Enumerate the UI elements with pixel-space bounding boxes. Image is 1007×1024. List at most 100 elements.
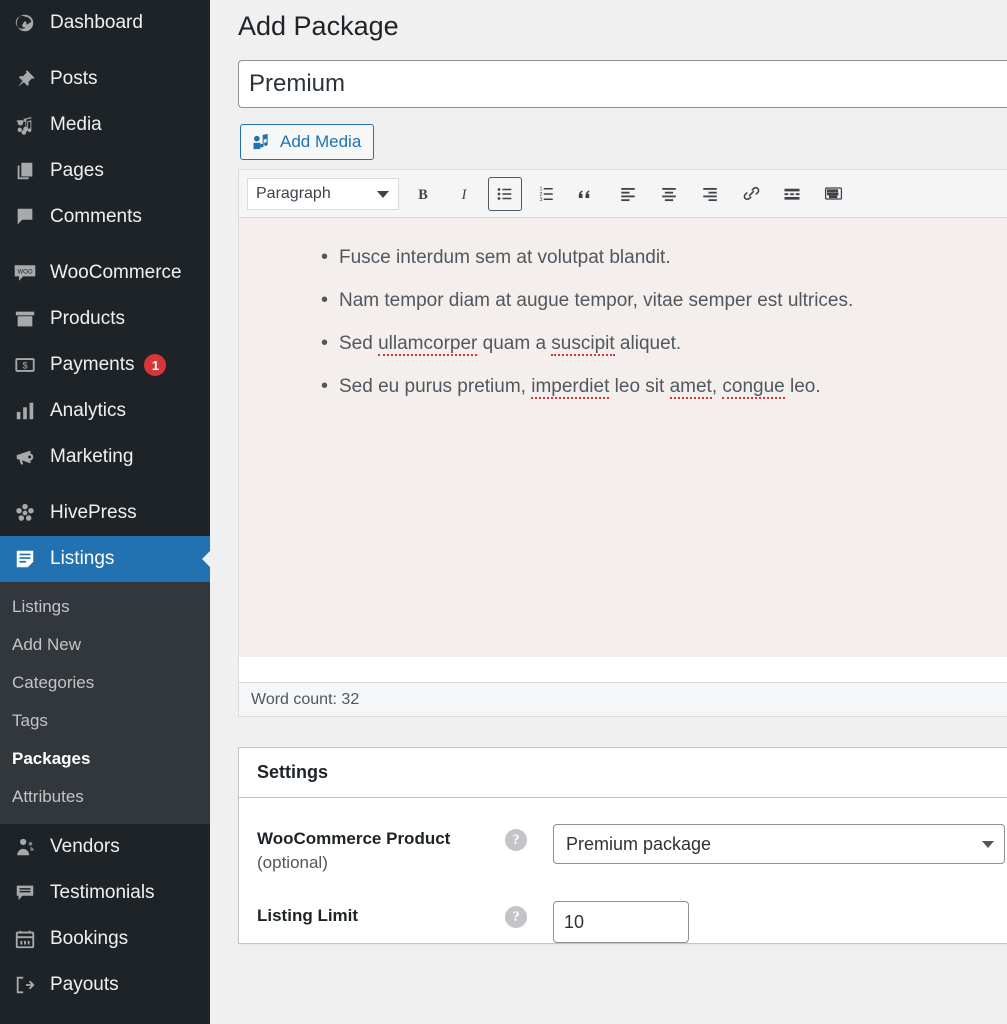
sidebar-item-pages[interactable]: Pages: [0, 148, 210, 194]
text-fragment: ,: [712, 376, 723, 397]
chevron-down-icon: [982, 841, 994, 848]
dashboard-icon: [8, 12, 42, 34]
editor-list-item: Fusce interdum sem at volutpat blandit.: [339, 246, 1007, 270]
settings-metabox: Settings WooCommerce Product (optional) …: [238, 747, 1007, 944]
sidebar-item-label: Comments: [42, 206, 142, 228]
numbered-list-icon[interactable]: 123: [529, 177, 563, 211]
sidebar-divider: [0, 46, 210, 56]
add-media-button[interactable]: Add Media: [240, 124, 374, 160]
sidebar-item-label: Marketing: [42, 446, 133, 468]
sidebar-item-analytics[interactable]: Analytics: [0, 388, 210, 434]
misspelled-word: amet: [670, 376, 712, 399]
editor-resize-strip[interactable]: [239, 658, 1007, 682]
post-title-input[interactable]: [238, 60, 1007, 108]
text-fragment: Sed: [339, 333, 378, 354]
sidebar-item-woocommerce[interactable]: WOO WooCommerce: [0, 250, 210, 296]
sidebar-item-payouts[interactable]: Payouts: [0, 962, 210, 1008]
wordpress-admin-screen: Dashboard Posts Media Pages Commen: [0, 0, 1007, 1024]
svg-text:B: B: [418, 186, 428, 202]
help-icon[interactable]: ?: [505, 906, 527, 928]
sidebar-item-hivepress[interactable]: HivePress: [0, 490, 210, 536]
sidebar-item-label: HivePress: [42, 502, 137, 524]
listings-submenu: Listings Add New Categories Tags Package…: [0, 582, 210, 824]
help-icon[interactable]: ?: [505, 829, 527, 851]
products-icon: [8, 308, 42, 330]
sidebar-divider: [0, 240, 210, 250]
sidebar-item-label: Listings: [42, 548, 114, 570]
woocommerce-icon: WOO: [8, 262, 42, 284]
sidebar-item-label: Bookings: [42, 928, 128, 950]
setting-row-woocommerce-product: WooCommerce Product (optional) ? Premium…: [239, 798, 1007, 875]
editor-status-bar: Word count: 32: [239, 682, 1007, 716]
submenu-item-attributes[interactable]: Attributes: [0, 778, 210, 816]
sidebar-item-payments[interactable]: $ Payments 1: [0, 342, 210, 388]
sidebar-item-label: Media: [42, 114, 102, 136]
editor-list-item: Nam tempor diam at augue tempor, vitae s…: [339, 289, 1007, 313]
payments-icon: $: [8, 354, 42, 376]
submenu-item-tags[interactable]: Tags: [0, 702, 210, 740]
format-select[interactable]: Paragraph: [247, 178, 399, 210]
listing-limit-input[interactable]: [553, 901, 689, 943]
submenu-item-listings[interactable]: Listings: [0, 588, 210, 626]
sidebar-item-media[interactable]: Media: [0, 102, 210, 148]
sidebar-item-dashboard[interactable]: Dashboard: [0, 0, 210, 46]
editor-content-area[interactable]: Fusce interdum sem at volutpat blandit. …: [239, 218, 1007, 658]
sidebar-item-label: Pages: [42, 160, 104, 182]
payouts-icon: [8, 974, 42, 996]
align-left-icon[interactable]: [611, 177, 645, 211]
sidebar-item-listings[interactable]: Listings: [0, 536, 210, 582]
sidebar-divider: [0, 480, 210, 490]
submenu-item-packages[interactable]: Packages: [0, 740, 210, 778]
editor-list-item: Sed eu purus pretium, imperdiet leo sit …: [339, 375, 1007, 399]
svg-text:I: I: [461, 186, 468, 202]
payments-badge: 1: [144, 354, 166, 376]
misspelled-word: suscipit: [551, 333, 614, 356]
listings-icon: [8, 548, 42, 570]
submenu-item-categories[interactable]: Categories: [0, 664, 210, 702]
bulleted-list-icon[interactable]: [488, 177, 522, 211]
sidebar-item-vendors[interactable]: Vendors: [0, 824, 210, 870]
sidebar-item-label: Analytics: [42, 400, 126, 422]
misspelled-word: ullamcorper: [378, 333, 477, 356]
woocommerce-product-value: Premium package: [566, 834, 711, 855]
woocommerce-product-select[interactable]: Premium package: [553, 824, 1005, 864]
sidebar-item-comments[interactable]: Comments: [0, 194, 210, 240]
text-fragment: aliquet.: [615, 333, 682, 354]
svg-text:$: $: [22, 361, 27, 371]
sidebar-item-testimonials[interactable]: Testimonials: [0, 870, 210, 916]
misspelled-word: congue: [722, 376, 784, 399]
svg-text:3: 3: [540, 197, 543, 203]
align-center-icon[interactable]: [652, 177, 686, 211]
analytics-icon: [8, 400, 42, 422]
sidebar-item-label: Testimonials: [42, 882, 155, 904]
sidebar-item-marketing[interactable]: Marketing: [0, 434, 210, 480]
bookings-icon: [8, 928, 42, 950]
setting-control: [527, 901, 689, 943]
submenu-item-add-new[interactable]: Add New: [0, 626, 210, 664]
sidebar-item-label: Products: [42, 308, 125, 330]
chevron-down-icon: [377, 191, 389, 198]
text-fragment: quam a: [477, 333, 551, 354]
content-editor: Paragraph B I 123: [238, 169, 1007, 717]
sidebar-item-label: Dashboard: [42, 12, 143, 34]
link-icon[interactable]: [734, 177, 768, 211]
text-fragment: Sed eu purus pretium,: [339, 376, 531, 397]
misspelled-word: imperdiet: [531, 376, 609, 399]
keyboard-shortcuts-icon[interactable]: [816, 177, 850, 211]
hivepress-icon: [8, 502, 42, 524]
italic-icon[interactable]: I: [447, 177, 481, 211]
sidebar-item-label: Payments: [42, 354, 134, 376]
bold-icon[interactable]: B: [406, 177, 440, 211]
svg-text:WOO: WOO: [18, 269, 33, 275]
sidebar-item-bookings[interactable]: Bookings: [0, 916, 210, 962]
sidebar-item-posts[interactable]: Posts: [0, 56, 210, 102]
setting-label: Listing Limit: [257, 901, 505, 928]
sidebar-item-products[interactable]: Products: [0, 296, 210, 342]
blockquote-icon[interactable]: [570, 177, 604, 211]
read-more-icon[interactable]: [775, 177, 809, 211]
align-right-icon[interactable]: [693, 177, 727, 211]
media-buttons-bar: Add Media: [238, 108, 1007, 169]
pages-icon: [8, 160, 42, 182]
sidebar-item-label: Payouts: [42, 974, 119, 996]
marketing-icon: [8, 446, 42, 468]
